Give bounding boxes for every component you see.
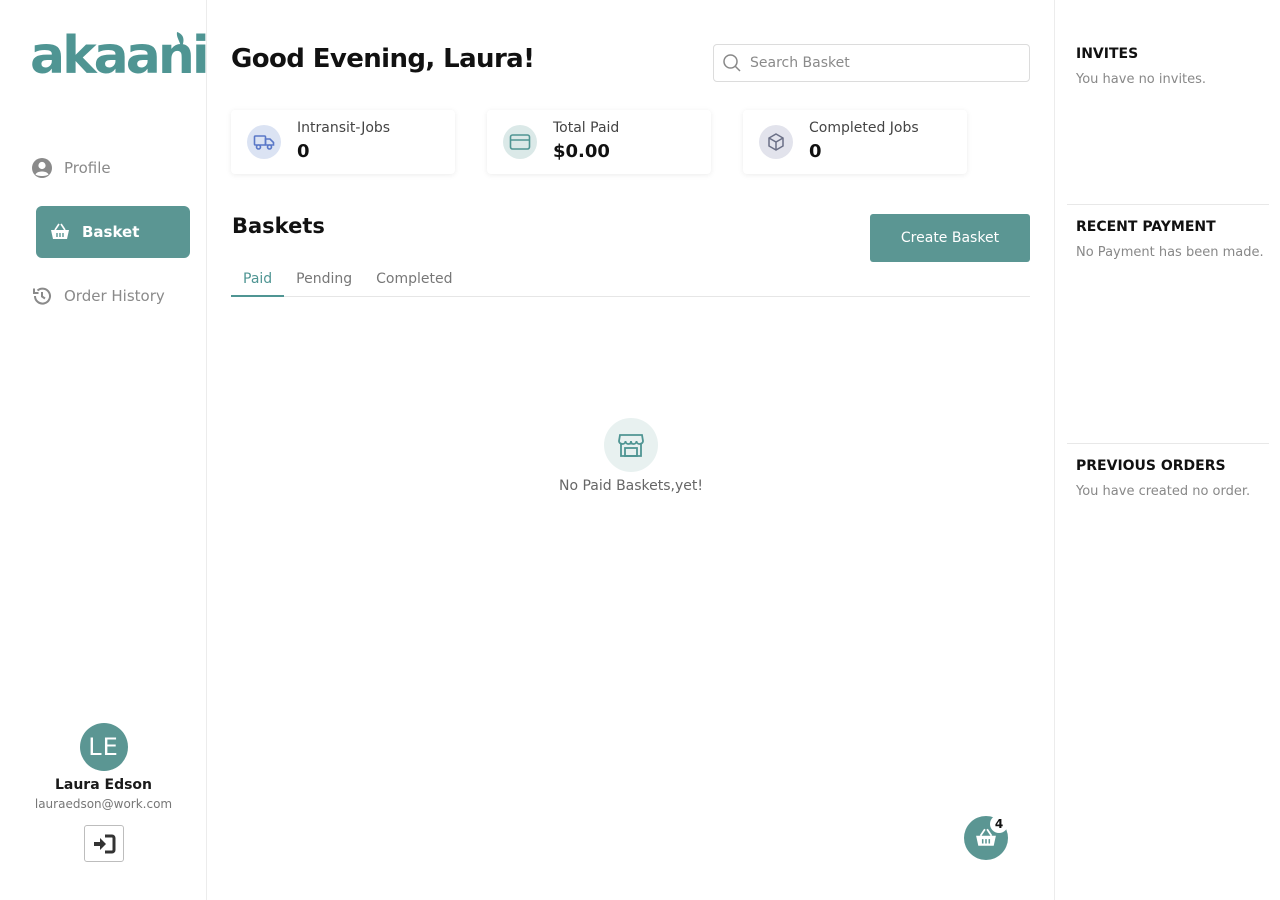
stat-value: 0 bbox=[297, 141, 310, 162]
page-title: Good Evening, Laura! bbox=[231, 44, 535, 74]
package-icon bbox=[759, 125, 793, 159]
user-circle-icon bbox=[30, 156, 54, 180]
stat-card-completed-jobs: Completed Jobs 0 bbox=[743, 110, 967, 174]
tab-completed[interactable]: Completed bbox=[364, 262, 464, 297]
tab-paid[interactable]: Paid bbox=[231, 262, 285, 297]
previous-orders-text: You have created no order. bbox=[1076, 484, 1251, 499]
user-email: lauraedson@work.com bbox=[34, 797, 173, 811]
divider bbox=[1067, 443, 1269, 444]
divider bbox=[1067, 204, 1269, 205]
stat-card-total-paid: Total Paid $0.00 bbox=[487, 110, 711, 174]
stat-value: 0 bbox=[809, 141, 822, 162]
logout-icon bbox=[93, 834, 115, 853]
main-content: Good Evening, Laura! Intransit-Jobs 0 To… bbox=[207, 0, 1054, 900]
sidebar-item-label: Basket bbox=[82, 223, 140, 241]
sidebar-item-order-history[interactable]: Order History bbox=[30, 270, 165, 322]
invites-text: You have no invites. bbox=[1076, 72, 1207, 87]
search-icon bbox=[723, 54, 741, 72]
empty-state-text: No Paid Baskets,yet! bbox=[558, 478, 704, 494]
stat-card-intransit: Intransit-Jobs 0 bbox=[231, 110, 455, 174]
user-profile: LE Laura Edson lauraedson@work.com bbox=[0, 723, 207, 862]
sidebar: akaani Profile Basket Order History LE L… bbox=[0, 0, 210, 900]
search-input[interactable] bbox=[750, 55, 1010, 71]
brand-logo[interactable]: akaani bbox=[30, 28, 210, 84]
create-basket-button[interactable]: Create Basket bbox=[870, 214, 1030, 262]
previous-orders-section: PREVIOUS ORDERS You have created no orde… bbox=[1067, 458, 1269, 499]
app: akaani Profile Basket Order History LE L… bbox=[0, 0, 1280, 900]
invites-section: INVITES You have no invites. bbox=[1067, 46, 1269, 87]
right-panel: INVITES You have no invites. RECENT PAYM… bbox=[1054, 0, 1280, 900]
stat-label: Completed Jobs bbox=[809, 120, 919, 136]
history-icon bbox=[30, 284, 54, 308]
previous-orders-title: PREVIOUS ORDERS bbox=[1076, 458, 1226, 474]
stat-label: Total Paid bbox=[553, 120, 620, 136]
sidebar-item-label: Order History bbox=[64, 287, 165, 305]
sidebar-item-basket[interactable]: Basket bbox=[36, 206, 190, 258]
credit-card-icon bbox=[503, 125, 537, 159]
tab-pending[interactable]: Pending bbox=[284, 262, 364, 297]
basket-tabs: Paid Pending Completed bbox=[231, 262, 1030, 297]
logout-button[interactable] bbox=[83, 825, 124, 862]
user-name: Laura Edson bbox=[54, 777, 153, 793]
recent-payment-section: RECENT PAYMENT No Payment has been made. bbox=[1067, 219, 1269, 260]
stat-label: Intransit-Jobs bbox=[297, 120, 391, 136]
basket-icon bbox=[50, 220, 70, 244]
invites-title: INVITES bbox=[1076, 46, 1139, 62]
recent-payment-text: No Payment has been made. bbox=[1076, 245, 1264, 260]
search-box[interactable] bbox=[713, 44, 1030, 82]
recent-payment-title: RECENT PAYMENT bbox=[1076, 219, 1216, 235]
store-icon bbox=[604, 418, 658, 472]
empty-state: No Paid Baskets,yet! bbox=[531, 418, 731, 494]
sidebar-item-label: Profile bbox=[64, 159, 111, 177]
leaf-icon bbox=[176, 32, 184, 49]
stat-value: $0.00 bbox=[553, 141, 610, 162]
avatar[interactable]: LE bbox=[79, 723, 128, 771]
basket-count-badge: 4 bbox=[990, 815, 1008, 833]
sidebar-item-profile[interactable]: Profile bbox=[30, 142, 111, 194]
truck-icon bbox=[247, 125, 281, 159]
baskets-title: Baskets bbox=[232, 214, 325, 238]
